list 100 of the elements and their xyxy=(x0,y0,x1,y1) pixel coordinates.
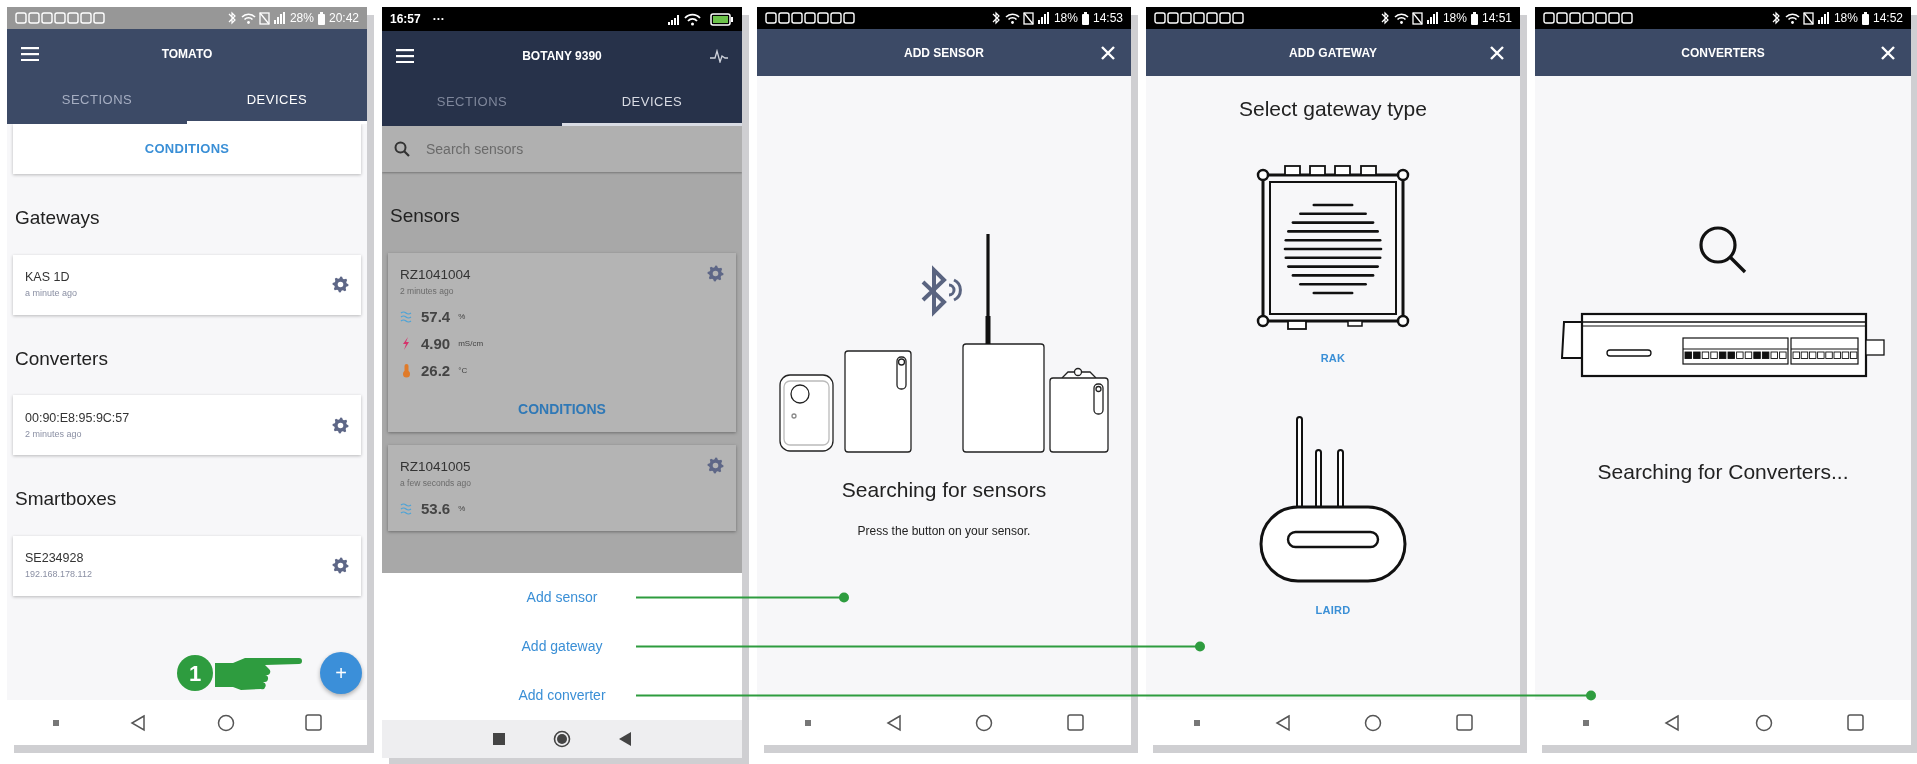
reading-unit: % xyxy=(458,311,466,323)
device-name: KAS 1D xyxy=(25,269,71,287)
back-icon[interactable] xyxy=(619,732,631,746)
settings-icon[interactable] xyxy=(332,276,349,293)
status-heading: Searching for Converters... xyxy=(1597,459,1849,485)
device-subtitle: 2 minutes ago xyxy=(25,427,83,441)
battery-percent: 28% xyxy=(289,10,314,27)
sensor-name: RZ1041004 xyxy=(400,265,472,284)
sensor-card[interactable]: RZ1041005 a few seconds ago 53.6 % xyxy=(388,444,736,531)
close-icon[interactable] xyxy=(1101,45,1115,60)
pointing-hand-icon xyxy=(215,657,303,691)
clock-time: 20:42 xyxy=(328,10,359,27)
clock-time: 16:57 xyxy=(390,11,421,28)
search-icon xyxy=(394,141,410,157)
battery-percent: 18% xyxy=(1833,10,1858,27)
home-icon[interactable] xyxy=(975,713,994,732)
device-card[interactable]: KAS 1D a minute ago xyxy=(13,254,361,315)
home-icon[interactable] xyxy=(216,713,235,732)
back-icon[interactable] xyxy=(1274,713,1291,732)
gateway-option[interactable]: RAK xyxy=(1314,348,1352,367)
battery-icon xyxy=(1081,11,1089,25)
screen-title: ADD GATEWAY xyxy=(1288,44,1378,62)
step-number: 1 xyxy=(177,655,213,691)
sensor-name: RZ1041005 xyxy=(400,457,472,476)
menu-option[interactable]: Add sensor xyxy=(382,573,742,622)
tab[interactable]: SECTIONS xyxy=(7,79,187,124)
moisture-icon xyxy=(400,502,413,516)
device-subtitle: a minute ago xyxy=(25,287,79,301)
overview-icon[interactable] xyxy=(1067,714,1085,731)
device-card[interactable]: 00:90:E8:95:9C:57 2 minutes ago xyxy=(13,395,361,455)
section-heading: Gateways xyxy=(15,206,101,230)
menu-icon[interactable] xyxy=(396,49,414,63)
section-heading: Sensors xyxy=(390,204,461,228)
close-icon[interactable] xyxy=(1490,45,1504,60)
reading-value: 57.4 xyxy=(421,306,451,327)
search-input[interactable]: Search sensors xyxy=(424,137,730,161)
menu-option[interactable]: Add converter xyxy=(382,671,742,720)
tab[interactable]: SECTIONS xyxy=(382,81,562,126)
search-icon xyxy=(1697,224,1749,276)
sensor-card[interactable]: RZ1041004 2 minutes ago 57.4 % 4.90 mS/cm 26.2 °C CONDITIONS xyxy=(388,252,736,432)
menu-icon[interactable] xyxy=(21,47,39,61)
search-field[interactable]: Search sensors xyxy=(382,126,742,172)
clock-time: 14:53 xyxy=(1092,10,1123,27)
settings-icon[interactable] xyxy=(707,264,724,282)
section-heading: Smartboxes xyxy=(15,487,118,511)
overview-icon[interactable] xyxy=(304,714,322,731)
bluetooth-icon xyxy=(921,265,962,317)
sensor-subtitle: 2 minutes ago xyxy=(400,284,455,298)
reading-value: 53.6 xyxy=(421,498,451,519)
screen-title: TOMATO xyxy=(160,46,214,63)
battery-percent: 18% xyxy=(1442,10,1467,27)
gateway-option[interactable]: LAIRD xyxy=(1309,601,1357,620)
home-icon[interactable] xyxy=(1364,713,1383,732)
menu-option[interactable]: Add gateway xyxy=(382,622,742,671)
overview-icon[interactable] xyxy=(1456,714,1474,731)
device-name: SE234928 xyxy=(25,550,85,568)
conditions-card[interactable]: CONDITIONS xyxy=(13,124,361,174)
settings-icon[interactable] xyxy=(332,416,349,434)
section-heading: Converters xyxy=(15,346,109,371)
clock-time: 14:51 xyxy=(1481,10,1512,27)
recent-apps-icon[interactable] xyxy=(1192,718,1201,727)
reading-value: 4.90 xyxy=(421,333,451,354)
battery-percent: 18% xyxy=(1053,10,1078,27)
recent-apps-icon[interactable] xyxy=(1582,718,1591,727)
settings-icon[interactable] xyxy=(707,456,724,474)
back-icon[interactable] xyxy=(130,713,147,732)
instruction-text: Press the button on your sensor. xyxy=(857,522,1031,540)
moisture-icon xyxy=(400,310,413,324)
conditions-link[interactable]: CONDITIONS xyxy=(144,139,230,159)
pulse-icon[interactable] xyxy=(710,49,728,63)
clock-time: 14:52 xyxy=(1872,10,1903,27)
recent-apps-icon[interactable] xyxy=(803,718,812,727)
settings-icon[interactable] xyxy=(332,557,349,574)
battery-icon xyxy=(1470,11,1478,25)
screen-title: BOTANY 9390 xyxy=(521,48,603,65)
conditions-link[interactable]: CONDITIONS xyxy=(400,384,724,424)
battery-icon xyxy=(710,12,734,26)
home-icon[interactable] xyxy=(1754,713,1773,732)
status-heading: Searching for sensors xyxy=(841,477,1047,503)
device-name: 00:90:E8:95:9C:57 xyxy=(25,409,131,427)
home-icon[interactable] xyxy=(553,730,571,748)
page-heading: Select gateway type xyxy=(1239,96,1427,122)
add-button[interactable]: + xyxy=(320,652,362,694)
device-card[interactable]: SE234928 192.168.178.112 xyxy=(13,535,361,596)
battery-icon xyxy=(317,11,325,25)
thermometer-icon xyxy=(400,364,413,378)
overview-icon[interactable] xyxy=(1846,714,1864,731)
recent-apps-icon[interactable] xyxy=(52,718,61,727)
status-dots: ··· xyxy=(432,11,445,28)
back-icon[interactable] xyxy=(1664,713,1681,732)
screen-title: CONVERTERS xyxy=(1680,44,1766,62)
close-icon[interactable] xyxy=(1881,45,1895,60)
device-subtitle: 192.168.178.112 xyxy=(25,568,93,582)
reading-unit: °C xyxy=(458,365,468,377)
sensor-subtitle: a few seconds ago xyxy=(400,476,472,490)
reading-unit: % xyxy=(458,503,466,515)
back-icon[interactable] xyxy=(885,713,902,732)
screen-title: ADD SENSOR xyxy=(903,44,985,62)
reading-value: 26.2 xyxy=(421,360,451,381)
reading-unit: mS/cm xyxy=(458,338,484,350)
